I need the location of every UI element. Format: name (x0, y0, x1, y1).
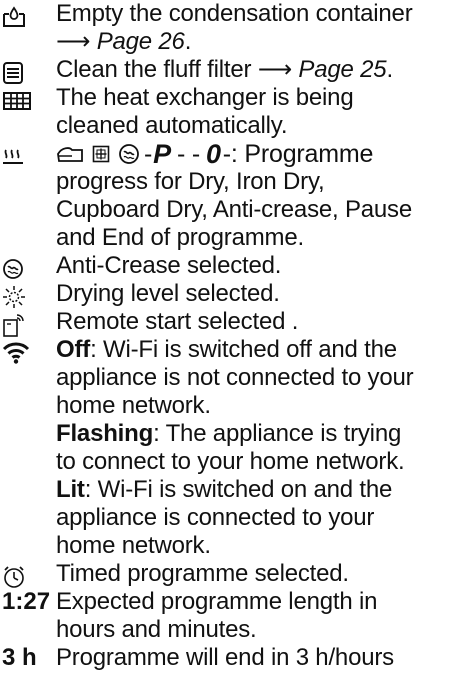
page-reference: Page 26 (96, 28, 185, 55)
programme-word: Programme (237, 140, 374, 168)
programme-length-line1: Expected programme length in (56, 588, 378, 615)
condensation-container-icon (2, 0, 56, 34)
legend-document: Empty the condensation container ⟶ Page … (0, 0, 462, 684)
page-reference[interactable]: Page 25 (298, 56, 386, 83)
wifi-off-line2: appliance is not connected to your (56, 364, 414, 391)
dash-symbol: - - (176, 140, 200, 168)
wifi-off-line1: Off: Wi-Fi is switched off and the (56, 336, 460, 364)
heat-exchanger-icon (2, 84, 56, 118)
heat-exchanger-line1: The heat exchanger is being (56, 84, 354, 111)
hours-label: 3 h (2, 644, 37, 671)
period: . (386, 56, 393, 83)
wifi-icon (2, 336, 56, 370)
ready-in-line1: Programme will end in 3 h/hours (56, 644, 394, 671)
progress-line2: progress for Dry, Iron Dry, (56, 168, 325, 195)
timed-programme-text: Timed programme selected. (56, 560, 349, 587)
wifi-lit-line2: appliance is connected to your (56, 504, 375, 531)
anti-crease-text: Anti-Crease selected. (56, 252, 282, 279)
wifi-off-label: Off (56, 336, 91, 363)
wifi-lit-label: Lit (56, 476, 85, 503)
anti-crease-symbol-icon (119, 144, 139, 164)
progress-line4: and End of programme. (56, 224, 304, 251)
heat-exchanger-line2: cleaned automatically. (56, 112, 288, 139)
fluff-filter-label: Clean the fluff filter (56, 56, 258, 83)
wifi-off-desc: : Wi-Fi is switched off and the (90, 336, 397, 363)
condensation-page-ref[interactable]: ⟶ Page 26. (56, 28, 460, 56)
wifi-flashing-desc: : The appliance is trying (153, 420, 402, 447)
programme-progress-icon (2, 140, 56, 174)
progress-symbols-line: - P - - 0 -: Programme (56, 140, 460, 168)
progress-line3: Cupboard Dry, Anti-crease, Pause (56, 196, 413, 223)
wifi-lit-line3: home network. (56, 532, 211, 559)
wifi-flashing-line2: to connect to your home network. (56, 448, 405, 475)
duration-label: 1:27 (2, 588, 51, 615)
drying-level-text: Drying level selected. (56, 280, 280, 307)
wifi-flashing-label: Flashing (56, 420, 154, 447)
dash-symbol: - (144, 140, 153, 168)
remote-start-text: Remote start selected . (56, 308, 299, 335)
arrow-icon: ⟶ (56, 28, 91, 55)
programme-length-line2: hours and minutes. (56, 616, 257, 643)
dry-shirt-icon (57, 147, 83, 162)
condensation-text-line1: Empty the condensation container (56, 0, 413, 27)
arrow-icon: ⟶ (257, 56, 292, 83)
wifi-off-line3: home network. (56, 392, 211, 419)
pause-p-symbol: P (153, 139, 171, 169)
fluff-filter-text: Clean the fluff filter ⟶ Page 25. (56, 56, 460, 84)
dash-colon-symbol: -: (222, 140, 238, 168)
wifi-lit-line1: Lit: Wi-Fi is switched on and the (56, 476, 460, 504)
period: . (184, 28, 192, 55)
end-zero-symbol: 0 (205, 139, 221, 169)
wifi-flashing-line1: Flashing: The appliance is trying (56, 420, 460, 448)
iron-dry-icon (92, 145, 110, 163)
wifi-lit-desc: : Wi-Fi is switched on and the (84, 476, 393, 503)
